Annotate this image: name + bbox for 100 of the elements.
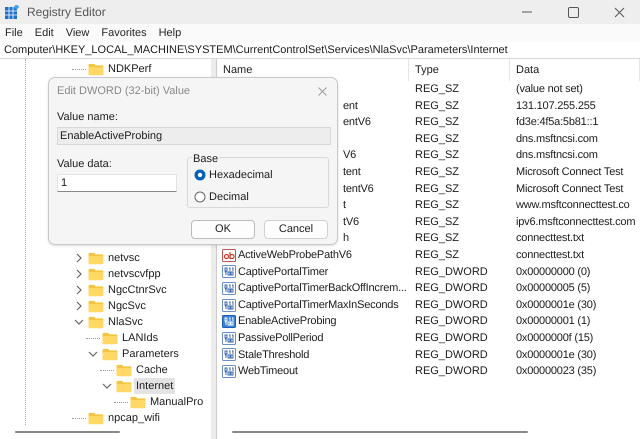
table-cell: dns.msftncsi.com xyxy=(516,132,598,145)
close-icon[interactable] xyxy=(614,6,625,18)
table-cell[interactable]: CaptivePortalTimer xyxy=(238,264,328,280)
folder-icon xyxy=(88,284,104,296)
chevron-right-icon[interactable] xyxy=(74,285,84,295)
table-cell: REG_DWORD xyxy=(415,348,488,361)
scrollbar-thumb[interactable] xyxy=(232,431,528,433)
cancel-button[interactable]: Cancel xyxy=(264,220,328,239)
table-cell: connecttest.txt xyxy=(516,232,584,244)
table-cell: REG_SZ xyxy=(415,132,460,145)
table-cell: 0x0000001e (30) xyxy=(516,298,596,311)
table-cell: 0x00000023 (35) xyxy=(516,365,596,378)
table-cell: 0x00000005 (5) xyxy=(516,282,590,294)
ok-button[interactable]: OK xyxy=(191,220,255,239)
table-cell[interactable]: WebTimeout xyxy=(238,363,298,380)
table-cell: www.msftconnecttest.co xyxy=(516,199,630,212)
table-cell[interactable]: PassivePollPeriod xyxy=(238,330,324,346)
table-cell: REG_SZ xyxy=(415,166,460,178)
folder-icon xyxy=(88,412,104,424)
chevron-down-icon[interactable] xyxy=(102,381,112,391)
table-cell-text: V6 xyxy=(343,148,356,164)
chevron-right-icon[interactable] xyxy=(74,269,84,279)
column-header[interactable]: Data xyxy=(510,59,640,81)
folder-icon xyxy=(88,62,104,76)
menu-item[interactable]: View xyxy=(66,24,90,42)
tree-item[interactable]: netvscvfpp xyxy=(106,266,163,282)
app-icon xyxy=(5,5,19,19)
tree-item[interactable]: LANIds xyxy=(120,330,160,346)
address-text[interactable]: Computer\HKEY_LOCAL_MACHINE\SYSTEM\CurrentControlSet\Services\NlaSvc\Parameters\Internet xyxy=(4,42,508,58)
table-cell[interactable]: CaptivePortalTimerMaxInSeconds xyxy=(238,296,398,314)
window-title: Registry Editor xyxy=(27,4,106,21)
folder-icon xyxy=(88,268,104,280)
chevron-right-icon[interactable] xyxy=(74,253,84,263)
tree-item[interactable]: NDKPerf xyxy=(106,60,154,78)
value-data-field[interactable]: 1 xyxy=(57,174,177,192)
folder-icon xyxy=(116,364,132,376)
scrollbar-thumb[interactable] xyxy=(15,431,120,433)
table-cell: REG_SZ xyxy=(415,116,460,128)
folder-icon xyxy=(102,348,118,360)
table-cell: REG_SZ xyxy=(415,216,460,228)
table-cell-text: h xyxy=(343,231,349,246)
table-cell: REG_SZ xyxy=(415,248,460,261)
field-label: Value name: xyxy=(57,110,118,125)
table-cell: REG_SZ xyxy=(415,232,460,244)
table-cell[interactable]: EnableActiveProbing xyxy=(238,313,336,330)
chevron-down-icon[interactable] xyxy=(88,349,98,359)
column-header[interactable]: Type xyxy=(409,59,510,81)
table-cell-text: entV6 xyxy=(343,115,371,130)
tree-item[interactable]: ManualPro xyxy=(148,394,206,410)
tree-item[interactable]: NgcCtnrSvc xyxy=(106,282,169,298)
menu-item[interactable]: File xyxy=(5,24,23,42)
table-cell[interactable]: ActiveWebProbePathV6 xyxy=(238,246,352,264)
table-cell-text: tV6 xyxy=(343,214,359,230)
table-cell: ipv6.msftconnecttest.com xyxy=(516,216,636,228)
table-cell[interactable]: StaleThreshold xyxy=(238,346,310,364)
table-cell: REG_SZ xyxy=(415,199,460,212)
folder-icon xyxy=(130,396,146,408)
table-cell-text: tentV6 xyxy=(343,182,374,197)
table-cell: REG_DWORD xyxy=(415,315,488,328)
table-cell: REG_SZ xyxy=(415,182,460,195)
folder-icon xyxy=(88,300,104,312)
table-cell: REG_DWORD xyxy=(415,332,488,344)
table-cell: Microsoft Connect Test xyxy=(516,166,624,178)
table-cell: 0x0000000f (15) xyxy=(516,332,594,344)
field-label: Value data: xyxy=(57,156,112,172)
table-cell: 0x0000001e (30) xyxy=(516,348,596,361)
tree-item[interactable]: Parameters xyxy=(120,346,181,362)
table-cell: REG_DWORD xyxy=(415,266,488,278)
chevron-right-icon[interactable] xyxy=(74,301,84,311)
table-cell: 0x00000001 (1) xyxy=(516,315,590,328)
table-cell-text: t xyxy=(343,198,346,214)
menu-item[interactable]: Favorites xyxy=(101,24,147,42)
tree-item[interactable]: Cache xyxy=(134,362,170,378)
folder-icon xyxy=(102,332,118,344)
tree-item[interactable]: npcap_wifi xyxy=(106,410,162,425)
folder-icon xyxy=(116,380,132,392)
table-cell: fd3e:4f5a:5b81::1 xyxy=(516,116,598,128)
table-cell: REG_DWORD xyxy=(415,282,488,294)
table-cell: Microsoft Connect Test xyxy=(516,182,624,195)
tree-item[interactable]: NlaSvc xyxy=(106,314,145,330)
table-cell: 0x00000000 (0) xyxy=(516,266,590,278)
table-cell: (value not set) xyxy=(516,83,583,96)
tree-item[interactable]: Internet xyxy=(134,378,176,394)
table-cell[interactable]: CaptivePortalTimerBackOffIncrem... xyxy=(238,280,407,297)
value-name-field[interactable]: EnableActiveProbing xyxy=(57,127,331,145)
folder-icon xyxy=(88,316,104,328)
radio-label[interactable]: Decimal xyxy=(209,188,249,205)
tree-item[interactable]: netvsc xyxy=(106,250,142,266)
table-cell: dns.msftncsi.com xyxy=(516,149,598,162)
menu-item[interactable]: Edit xyxy=(34,24,54,42)
table-cell: connecttest.txt xyxy=(516,248,584,261)
maximize-icon[interactable] xyxy=(568,6,579,18)
menu-item[interactable]: Help xyxy=(158,24,182,42)
table-cell: REG_SZ xyxy=(415,100,460,112)
table-cell-text: ent xyxy=(343,98,358,114)
table-cell: REG_DWORD xyxy=(415,365,488,378)
dialog-title: Edit DWORD (32-bit) Value xyxy=(57,84,190,99)
radio-label[interactable]: Hexadecimal xyxy=(209,167,273,184)
chevron-down-icon[interactable] xyxy=(74,317,84,327)
tree-item[interactable]: NgcSvc xyxy=(106,298,148,314)
